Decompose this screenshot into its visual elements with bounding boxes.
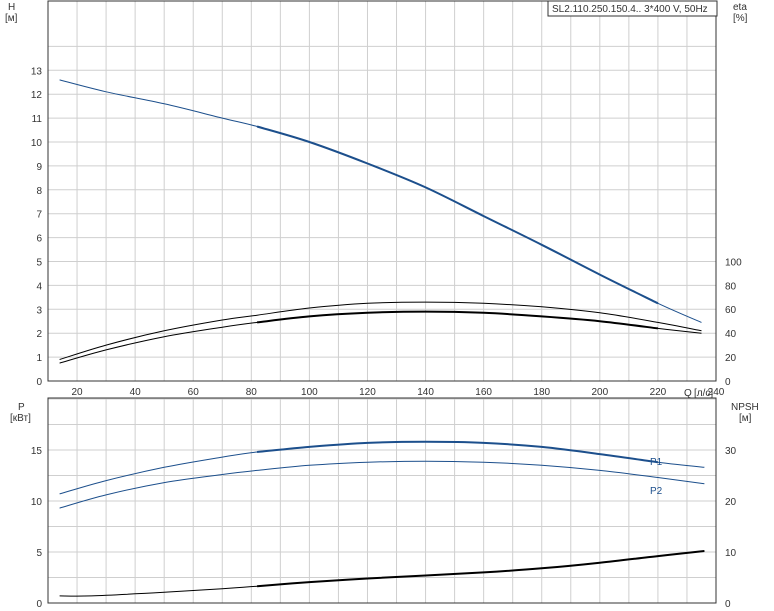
x-axis-unit: [л/с] — [694, 388, 713, 399]
top-y-left-tick: 11 — [32, 114, 43, 125]
series-label-p2: P2 — [650, 486, 663, 497]
top-y-left-tick: 10 — [31, 138, 43, 149]
top-y-right-unit: [%] — [733, 13, 748, 24]
efficiency-curve-lower-operating-range — [256, 310, 659, 330]
x-tick-label: 140 — [417, 387, 434, 398]
top-y-left-tick: 5 — [36, 258, 42, 269]
x-tick-label: 120 — [359, 387, 376, 398]
top-y-left-tick: 7 — [36, 210, 42, 221]
top-y-right-label: eta — [733, 2, 747, 13]
npsh-curve-operating-range — [257, 550, 705, 588]
pump-curve-chart: 20 40 60 80 100 120 140 160 180 200 220 24001234567… — [5, 0, 759, 610]
top-y-right-tick: 40 — [725, 329, 737, 340]
bottom-y-left-tick: 10 — [31, 497, 43, 508]
bottom-y-right-tick: 30 — [725, 446, 737, 457]
top-y-left-tick: 9 — [36, 162, 42, 173]
top-y-right-tick: 20 — [725, 353, 737, 364]
top-y-left-tick: 6 — [36, 234, 42, 245]
x-tick-label: 160 — [475, 387, 492, 398]
top-y-left-tick: 2 — [36, 329, 42, 340]
bottom-y-left-label: P — [18, 402, 25, 413]
chart-title: SL2.110.250.150.4.. 3*400 V, 50Hz — [552, 4, 708, 15]
bottom-y-right-tick: 20 — [725, 497, 737, 508]
x-tick-label: 60 — [188, 387, 200, 398]
x-tick-label: 100 — [301, 387, 318, 398]
top-y-right-tick: 60 — [725, 305, 737, 316]
top-y-right-tick: 80 — [725, 281, 737, 292]
top-y-left-tick: 12 — [31, 90, 43, 101]
x-axis-label: Q — [684, 388, 692, 399]
top-y-left-tick: 13 — [31, 66, 43, 77]
power-curve-p1-operating-range — [257, 440, 659, 464]
head-curve — [59, 79, 702, 323]
bottom-y-left-unit: [кВт] — [10, 413, 31, 424]
top-y-left-tick: 8 — [36, 186, 42, 197]
bottom-y-right-unit: [м] — [739, 413, 752, 424]
x-tick-label: 20 — [71, 387, 83, 398]
x-tick-label: 220 — [650, 387, 667, 398]
top-y-left-label: H — [8, 2, 15, 13]
efficiency-curve-lower — [59, 311, 702, 364]
npsh-curve — [59, 550, 705, 597]
top-y-right-tick: 0 — [725, 377, 731, 388]
bottom-y-left-tick: 0 — [36, 599, 42, 610]
bottom-y-right-label: NPSH — [731, 402, 759, 413]
x-tick-label: 180 — [533, 387, 550, 398]
x-tick-label: 40 — [130, 387, 142, 398]
top-y-left-tick: 4 — [36, 281, 42, 292]
top-y-left-tick: 0 — [36, 377, 42, 388]
efficiency-curve-upper — [59, 301, 702, 360]
head-curve-operating-range — [256, 125, 659, 305]
top-y-left-tick: 1 — [36, 353, 42, 364]
bottom-y-left-tick: 15 — [31, 446, 43, 457]
bottom-y-left-tick: 5 — [36, 548, 42, 559]
x-tick-label: 200 — [591, 387, 608, 398]
series-label-p1: P1 — [650, 457, 663, 468]
x-tick-label: 80 — [246, 387, 258, 398]
bottom-y-right-tick: 0 — [725, 599, 731, 610]
top-y-right-tick: 100 — [725, 257, 742, 268]
top-y-left-tick: 3 — [36, 305, 42, 316]
bottom-y-right-tick: 10 — [725, 548, 737, 559]
top-y-left-unit: [м] — [5, 13, 18, 24]
